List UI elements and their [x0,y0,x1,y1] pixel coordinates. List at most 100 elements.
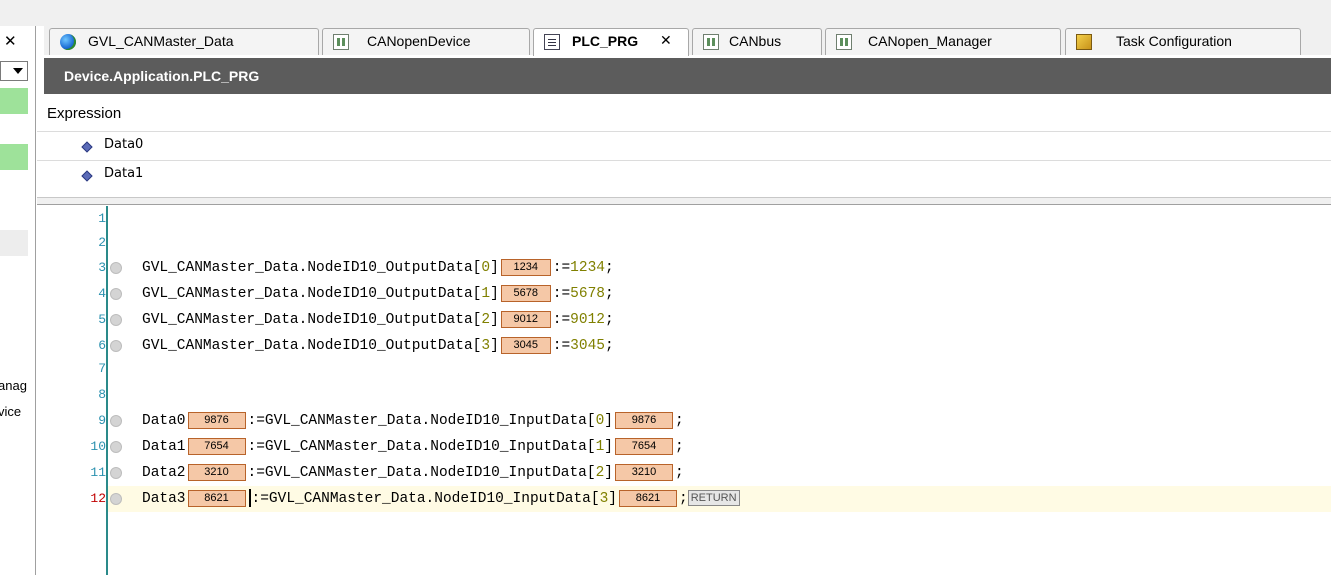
code-line[interactable]: 2 [37,230,1331,256]
program-icon [544,34,560,50]
tab-canopendevice[interactable]: CANopenDevice [322,28,530,55]
editor-title: Device.Application.PLC_PRG [44,58,1331,94]
monitor-value[interactable]: 7654 [187,437,246,455]
monitor-value[interactable]: 8621 [618,489,677,507]
gutter: 8 [37,382,106,408]
monitor-value[interactable]: 9876 [614,411,673,429]
code-editor[interactable]: 1 2 3 GVL_CANMaster_Data.NodeID10_Output… [37,206,1331,575]
breakpoint-marker[interactable] [110,415,122,427]
line-number: 10 [90,439,106,454]
gutter: 11 [37,460,106,486]
dock-tree-item[interactable]: vice [0,404,21,419]
literal-value: 1234 [570,260,605,276]
device-icon [333,34,349,50]
code-line[interactable]: 7 [37,356,1331,382]
breakpoint-marker[interactable] [110,314,122,326]
code-line[interactable]: 4 GVL_CANMaster_Data.NodeID10_OutputData… [37,281,1331,307]
assign-operator: := [247,413,265,429]
monitor-value[interactable]: 3210 [614,463,673,481]
breakpoint-marker[interactable] [110,493,122,505]
close-icon[interactable]: ✕ [0,30,28,52]
breakpoint-marker[interactable] [110,288,122,300]
dock-highlight-row[interactable] [0,144,28,170]
tab-canbus[interactable]: CANbus [692,28,822,55]
breakpoint-marker[interactable] [110,262,122,274]
tab-task-configuration[interactable]: Task Configuration [1065,28,1301,55]
gutter: 5 [37,307,106,333]
array-index: 1 [595,439,605,455]
task-config-icon [1076,34,1092,50]
assign-operator: := [247,439,265,455]
code-line[interactable]: 9 Data0 9876:=GVL_CANMaster_Data.NodeID10… [37,408,1331,434]
dock-dropdown[interactable] [0,61,28,81]
line-number: 5 [98,312,106,327]
monitor-value[interactable]: 3210 [187,463,246,481]
variable-icon [81,170,93,182]
breakpoint-marker[interactable] [110,441,122,453]
output-variable: GVL_CANMaster_Data.NodeID10_OutputData [142,260,473,276]
gutter: 1 [37,206,106,232]
output-variable: GVL_CANMaster_Data.NodeID10_OutputData [142,312,473,328]
tab-label: Task Configuration [1116,33,1232,49]
close-tab-icon[interactable]: ✕ [660,29,672,54]
semicolon: ; [674,413,684,429]
gutter: 3 [37,255,106,281]
breakpoint-marker[interactable] [110,340,122,352]
panel-splitter[interactable] [37,198,1331,205]
code-line[interactable]: 11 Data2 3210:=GVL_CANMaster_Data.NodeID1… [37,460,1331,486]
monitor-value[interactable]: 1234 [500,258,551,276]
monitor-value[interactable]: 9012 [500,310,551,328]
line-number: 9 [98,413,106,428]
semicolon: ; [604,286,614,302]
variable-icon [81,141,93,153]
breakpoint-marker[interactable] [110,467,122,479]
tab-label: CANbus [729,33,782,49]
monitor-value[interactable]: 3045 [500,336,551,354]
globe-icon [60,34,76,50]
line-number: 1 [98,211,106,226]
tab-label: GVL_CANMaster_Data [88,33,234,49]
gutter: 2 [37,230,106,256]
watch-row[interactable]: Data1 [37,160,1331,188]
dock-highlight-row[interactable] [0,88,28,114]
dock-tree-item[interactable]: anag [0,378,27,393]
source-variable: GVL_CANMaster_Data.NodeID10_InputData [264,413,587,429]
text-caret [248,489,251,508]
monitor-value[interactable]: 8621 [187,489,246,507]
monitor-value[interactable]: 9876 [187,411,246,429]
gutter: 10 [37,434,106,460]
watch-row[interactable]: Data0 [37,131,1331,159]
tab-gvl-canmaster-data[interactable]: GVL_CANMaster_Data [49,28,319,55]
code-line[interactable]: 3 GVL_CANMaster_Data.NodeID10_OutputData… [37,255,1331,281]
dock-selected-row[interactable] [0,230,28,256]
semicolon: ; [678,491,688,507]
monitor-value[interactable]: 5678 [500,284,551,302]
line-number: 11 [90,465,106,480]
assign-operator: := [552,338,571,354]
code-line-current[interactable]: 12 Data3 8621:=GVL_CANMaster_Data.NodeID1… [37,486,1331,512]
line-number: 7 [98,361,106,376]
code-line[interactable]: 5 GVL_CANMaster_Data.NodeID10_OutputData… [37,307,1331,333]
device-icon [703,34,719,50]
code-line[interactable]: 8 [37,382,1331,408]
source-variable: GVL_CANMaster_Data.NodeID10_InputData [268,491,591,507]
monitor-value[interactable]: 7654 [614,437,673,455]
array-index: 2 [595,465,605,481]
code-text: Data1 7654:=GVL_CANMaster_Data.NodeID10_I… [142,437,684,455]
input-variable: Data2 [142,465,186,481]
assign-operator: := [552,260,571,276]
semicolon: ; [604,338,614,354]
line-number: 12 [90,491,106,506]
code-line[interactable]: 1 [37,206,1331,232]
tab-canopen-manager[interactable]: CANopen_Manager [825,28,1061,55]
tab-plc-prg[interactable]: PLC_PRG ✕ [533,28,689,56]
tab-label: PLC_PRG [572,33,639,49]
chevron-down-icon [13,68,23,74]
watch-column-header[interactable]: Expression [47,105,121,122]
array-index: 0 [595,413,605,429]
code-line[interactable]: 10 Data1 7654:=GVL_CANMaster_Data.NodeID1… [37,434,1331,460]
line-number: 3 [98,260,106,275]
assign-operator: := [552,312,571,328]
output-variable: GVL_CANMaster_Data.NodeID10_OutputData [142,338,473,354]
literal-value: 9012 [570,312,605,328]
